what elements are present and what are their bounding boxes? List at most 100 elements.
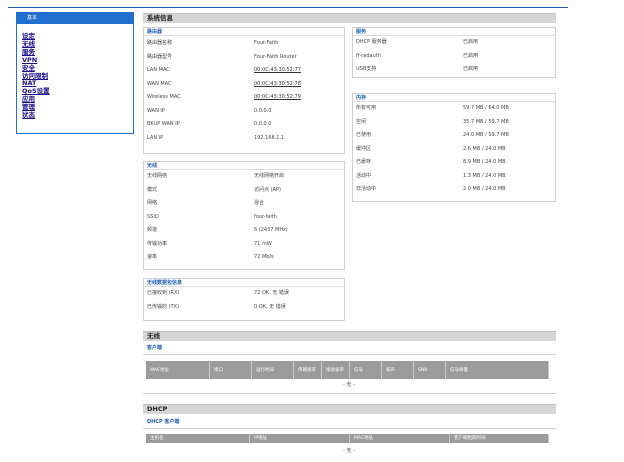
wireless-row: 传输功率 71 mW [144,238,344,252]
sidebar-nav: 基本 设定 无线 服务 VPN 安全 访问限制 NAT QoS设置 应用 管理 状态 [16,12,134,134]
row-label: LAN MAC [147,67,170,73]
sidebar-item[interactable]: 访问限制 [22,72,133,81]
dhcp-clients-empty: - 无 - [343,448,355,454]
row-value: 已启用 [463,52,479,59]
sidebar-item[interactable]: 设定 [22,32,133,41]
memory-row: 非活动中 2.0 MB / 24.0 MB [353,183,555,197]
row-label: 已传输的 (TX) [147,303,179,310]
row-value: 72 OK, 无 错误 [254,290,289,296]
wireless-row: SSID four-faith [144,211,344,225]
column-header: MAC地址 [146,361,210,379]
column-header: 信号 [350,361,382,379]
row-label: 传输功率 [147,240,168,247]
column-header: 信号质量 [446,361,549,379]
wireless-panel: 无线 无线网络 无线网络开启模式 访问点 (AP) 网络 混合 SSID four-fait… [143,161,345,270]
services-row: USB支持 已启用 [353,63,555,77]
row-value[interactable]: 00:0C:43:30:52:79 [254,91,301,105]
router-row: 路由器型号 Four-Faith Router [144,51,344,65]
sidebar-item[interactable]: VPN [22,56,133,65]
memory-row: 活动中 1.3 MB / 24.0 MB [353,170,555,184]
sidebar-item[interactable]: 应用 [22,95,133,104]
column-header: 接收速率 [322,361,350,379]
dhcp-clients-subtitle: DHCP 客户端 [147,419,180,425]
row-value: 24.0 MB / 59.7 MB [463,132,509,138]
services-panel-title: 服务 [353,28,555,36]
top-divider [8,7,568,8]
row-label: USB支持 [356,66,377,72]
packets-row: 已传输的 (TX) 0 OK, 无 错误 [144,301,344,315]
column-header: 噪声 [382,361,414,379]
router-row: WAN MAC 00:0C:43:30:52:78 [144,78,344,92]
row-label: 非活动中 [356,186,377,192]
wireless-row: 模式 访问点 (AP) [144,184,344,198]
dhcp-section-bar: DHCP [143,404,556,414]
row-label: 活动中 [356,172,372,179]
memory-row: 已使用 24.0 MB / 59.7 MB [353,129,555,143]
row-value: 72 Mb/s [254,254,274,260]
row-value: 已启用 [463,66,479,72]
memory-row: 已缓存 8.9 MB / 24.0 MB [353,156,555,170]
sidebar-item[interactable]: 管理 [22,103,133,112]
row-value: 8.9 MB / 24.0 MB [463,159,506,165]
row-label: 路由器型号 [147,53,173,60]
row-value[interactable]: 00:0C:43:30:52:77 [254,64,301,78]
row-value: four-faith [254,213,277,220]
sidebar-item[interactable]: 状态 [22,111,133,120]
sidebar-item[interactable]: 无线 [22,40,133,49]
row-value: 访问点 (AP) [254,186,281,193]
column-header: 主机名 [146,434,250,443]
wireless-row: 速率 72 Mb/s [144,251,344,265]
router-row: Wireless MAC 00:0C:43:30:52:79 [144,91,344,105]
router-row: WAN IP 0.0.0.0 [144,105,344,119]
wireless-clients-table-header: MAC地址 接口 运行时间 传输速率 接收速率 信号 噪声 SNR 信号质量 [146,361,549,379]
services-row: DHCP 服务器 已启用 [353,36,555,50]
main-content: 系统信息 [143,13,556,23]
row-label: ff-radauth [356,52,381,59]
row-label: 无线网络 [147,173,168,179]
column-header: 运行时间 [252,361,294,379]
row-label: BKUP WAN IP [147,121,180,127]
wireless-bottom-sep [143,393,556,394]
wireless-sep [143,354,556,355]
packets-panel: 无线数据包信息 已接收到 (RX) 72 OK, 无 错误 已传输的 (TX) 0 O… [143,278,345,321]
row-value: 0.0.0.0 [254,121,272,127]
row-label: 网络 [147,200,158,206]
row-value: Four-Faith [254,40,279,46]
row-label: 频道 [147,227,158,233]
row-value: 无线网络开启 [254,173,285,179]
router-panel-title: 路由器 [144,28,344,36]
row-label: 速率 [147,254,158,260]
row-value[interactable]: 00:0C:43:30:52:78 [254,78,301,92]
column-header: 传输速率 [294,361,322,379]
column-header: MAC地址 [350,434,450,443]
wireless-row: 无线网络 无线网络开启 [144,170,344,184]
row-label: 空闲 [356,118,367,125]
row-label: 已接收到 (RX) [147,290,180,296]
row-label: 所有可用 [356,105,377,111]
system-info-bar: 系统信息 [143,13,556,23]
row-value: 192.168.1.1 [254,134,285,141]
memory-panel-title: 内存 [353,94,555,102]
sidebar-item[interactable]: QoS设置 [22,87,133,96]
wireless-panel-title: 无线 [144,162,344,170]
row-value: Four-Faith Router [254,53,297,60]
sidebar-heading: 基本 [17,13,133,24]
row-value: 已启用 [463,39,479,45]
column-header: 接口 [210,361,252,379]
row-label: LAN IP [147,134,164,141]
wireless-row: 频道 6 (2437 MHz) [144,224,344,238]
sidebar-item[interactable]: 服务 [22,48,133,57]
row-value: 0.0.0.0 [254,107,272,114]
wireless-clients-subtitle: 客户端 [147,345,163,351]
packets-row: 已接收到 (RX) 72 OK, 无 错误 [144,287,344,301]
services-panel: 服务 DHCP 服务器 已启用 ff-radauth 已启用 USB支持 已启用 [352,27,556,78]
router-panel: 路由器 路由器名称 Four-Faith 路由器型号 Four-Faith Route… [143,27,345,154]
memory-row: 缓冲区 2.6 MB / 24.0 MB [353,143,555,157]
row-value: 1.3 MB / 24.0 MB [463,172,506,179]
row-value: 2.0 MB / 24.0 MB [463,186,506,192]
row-label: 已缓存 [356,159,372,165]
column-header: SNR [414,361,446,379]
router-row: 路由器名称 Four-Faith [144,37,344,51]
row-value: 混合 [254,200,265,206]
row-value: 59.7 MB / 64.0 MB [463,105,509,111]
